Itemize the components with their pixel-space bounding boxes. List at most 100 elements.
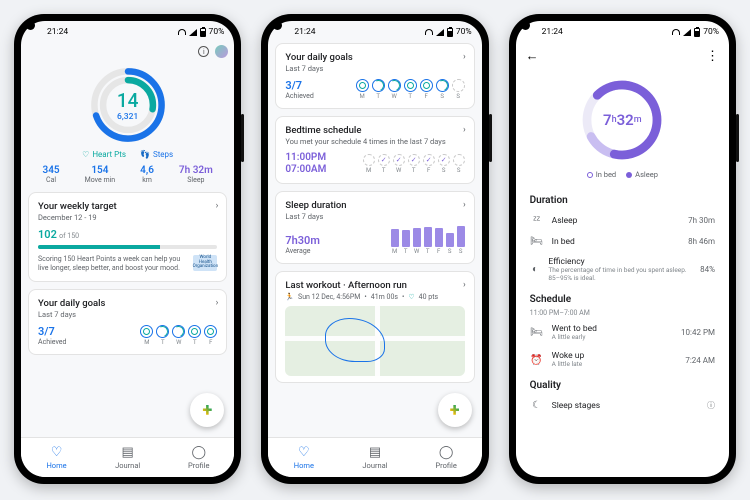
- chevron-right-icon: ›: [463, 52, 466, 62]
- info-icon[interactable]: ⓘ: [707, 400, 715, 411]
- weekly-score: 102: [38, 228, 57, 241]
- row-asleep[interactable]: ᶻᶻ Asleep 7h 30m: [530, 210, 715, 231]
- row-went-to-bed[interactable]: 🛏 Went to bed A little early 10:42 PM: [530, 319, 715, 347]
- row-efficiency[interactable]: ◐ Efficiency The percentage of time in b…: [530, 252, 715, 288]
- journal-icon: ▤: [122, 445, 134, 460]
- bedtime-wake: 07:00AM: [285, 164, 326, 176]
- legend-steps: Steps: [153, 150, 173, 159]
- workout-map[interactable]: [285, 306, 464, 376]
- sleep-mins: 32: [617, 111, 634, 129]
- wifi-icon: [672, 29, 680, 35]
- weekly-dates: December 12 - 19: [38, 213, 217, 222]
- avatar[interactable]: [215, 45, 228, 58]
- week-dots: M T W T F S S: [356, 79, 465, 100]
- daily-title: Your daily goals: [38, 298, 217, 309]
- workout-pts: 40 pts: [419, 293, 438, 301]
- fab-add-button[interactable]: +: [438, 393, 472, 427]
- phone-mock-1: 21:24 70% i: [14, 14, 241, 484]
- daily-achieved: 3/7: [285, 79, 313, 92]
- daily-achieved: 3/7: [38, 325, 66, 338]
- who-logo: World Health Organization: [193, 255, 217, 271]
- battery-percent: 70%: [456, 27, 472, 37]
- phone-mock-2: 21:24 70% › Your daily goals Last 7 days…: [261, 14, 488, 484]
- bottom-nav: ♡Home ▤Journal ◯Profile: [21, 437, 234, 477]
- quality-title: Quality: [530, 380, 715, 391]
- battery-icon: [200, 28, 206, 37]
- daily-goals-card[interactable]: › Your daily goals Last 7 days 3/7 Achie…: [275, 43, 474, 109]
- nav-profile[interactable]: ◯Profile: [163, 438, 234, 477]
- journal-icon: ▤: [369, 445, 381, 460]
- phone-mock-3: 21:24 70% ← ⋮: [509, 14, 736, 484]
- bedtime-dots: M ✓T ✓W ✓T ✓F ✓S S: [363, 154, 465, 174]
- bottom-nav: ♡Home ▤Journal ◯Profile: [268, 437, 481, 477]
- stat-km[interactable]: 4,6: [140, 165, 154, 176]
- signal-icon: [436, 29, 444, 36]
- workout-date: Sun 12 Dec, 4:56PM: [298, 293, 360, 301]
- row-inbed[interactable]: 🛏 In bed 8h 46m: [530, 231, 715, 252]
- wifi-icon: [178, 29, 186, 35]
- chevron-right-icon: ›: [463, 280, 466, 290]
- chevron-right-icon: ›: [463, 125, 466, 135]
- sleep-bars: M T W T F S S: [391, 226, 465, 255]
- chevron-right-icon: ›: [216, 298, 219, 308]
- stat-sleep[interactable]: 7h 32m: [179, 165, 213, 176]
- sleep-avg: 7h30m: [285, 234, 320, 247]
- more-icon[interactable]: ⋮: [706, 49, 719, 64]
- battery-percent: 70%: [703, 27, 719, 37]
- front-camera: [521, 21, 530, 30]
- bedtime-sleep: 11:00PM: [285, 152, 326, 164]
- clock: 21:24: [542, 27, 563, 37]
- daily-goals-card[interactable]: › Your daily goals Last 7 days 3/7 Achie…: [28, 289, 227, 355]
- front-camera: [26, 21, 35, 30]
- sleep-duration-card[interactable]: › Sleep duration Last 7 days 7h30m Avera…: [275, 191, 474, 264]
- bedtime-card[interactable]: › Bedtime schedule You met your schedule…: [275, 116, 474, 184]
- plus-icon: +: [202, 400, 212, 421]
- weekly-progress-bar: [38, 245, 160, 249]
- nav-journal[interactable]: ▤Journal: [92, 438, 163, 477]
- stat-move[interactable]: 154: [85, 165, 116, 176]
- sleep-hours: 7: [603, 111, 612, 129]
- activity-ring[interactable]: 14 6,321: [28, 62, 227, 146]
- nav-profile[interactable]: ◯Profile: [411, 438, 482, 477]
- status-bar: 21:24 70%: [21, 21, 234, 43]
- signal-icon: [189, 29, 197, 36]
- schedule-title: Schedule: [530, 294, 715, 305]
- schedule-range: 11:00 PM–7:00 AM: [530, 309, 715, 319]
- stat-cal[interactable]: 345: [42, 165, 59, 176]
- nav-home[interactable]: ♡Home: [268, 438, 339, 477]
- weekly-target-card[interactable]: › Your weekly target December 12 - 19 10…: [28, 192, 227, 282]
- run-icon: 🏃: [285, 293, 294, 301]
- week-dots: M T W T F: [140, 325, 217, 346]
- nav-journal[interactable]: ▤Journal: [339, 438, 410, 477]
- alarm-icon: ⏰: [530, 355, 544, 366]
- stats-row: 345Cal 154Move min 4,6km 7h 32mSleep: [28, 165, 227, 192]
- battery-icon: [447, 28, 453, 37]
- clock-moon-icon: ◐: [530, 264, 541, 275]
- weekly-title: Your weekly target: [38, 201, 217, 212]
- back-icon[interactable]: ←: [526, 48, 539, 64]
- clock: 21:24: [47, 27, 68, 37]
- bed-icon: 🛏: [530, 327, 544, 338]
- info-icon[interactable]: i: [198, 46, 209, 57]
- workout-duration: 41m 00s: [371, 293, 398, 301]
- last-workout-card[interactable]: › Last workout · Afternoon run 🏃 Sun 12 …: [275, 271, 474, 383]
- profile-icon: ◯: [439, 445, 454, 460]
- chevron-right-icon: ›: [216, 201, 219, 211]
- status-bar: 21:24 70%: [268, 21, 481, 43]
- nav-home[interactable]: ♡Home: [21, 438, 92, 477]
- legend-heart: Heart Pts: [92, 150, 126, 159]
- plus-icon: +: [450, 400, 460, 421]
- profile-icon: ◯: [191, 445, 206, 460]
- battery-icon: [694, 28, 700, 37]
- row-woke-up[interactable]: ⏰ Woke up A little late 7:24 AM: [530, 346, 715, 374]
- bed-icon: 🛏: [530, 236, 544, 247]
- duration-title: Duration: [530, 195, 715, 206]
- heart-icon: ♡: [298, 445, 310, 460]
- chevron-right-icon: ›: [463, 200, 466, 210]
- steps-value: 6,321: [117, 112, 138, 122]
- heart-icon: ♡: [51, 445, 63, 460]
- wifi-icon: [425, 29, 433, 35]
- sleep-ring[interactable]: 7h 32m: [516, 69, 729, 167]
- clock: 21:24: [294, 27, 315, 37]
- row-sleep-stages[interactable]: ☾ Sleep stages ⓘ: [530, 395, 715, 416]
